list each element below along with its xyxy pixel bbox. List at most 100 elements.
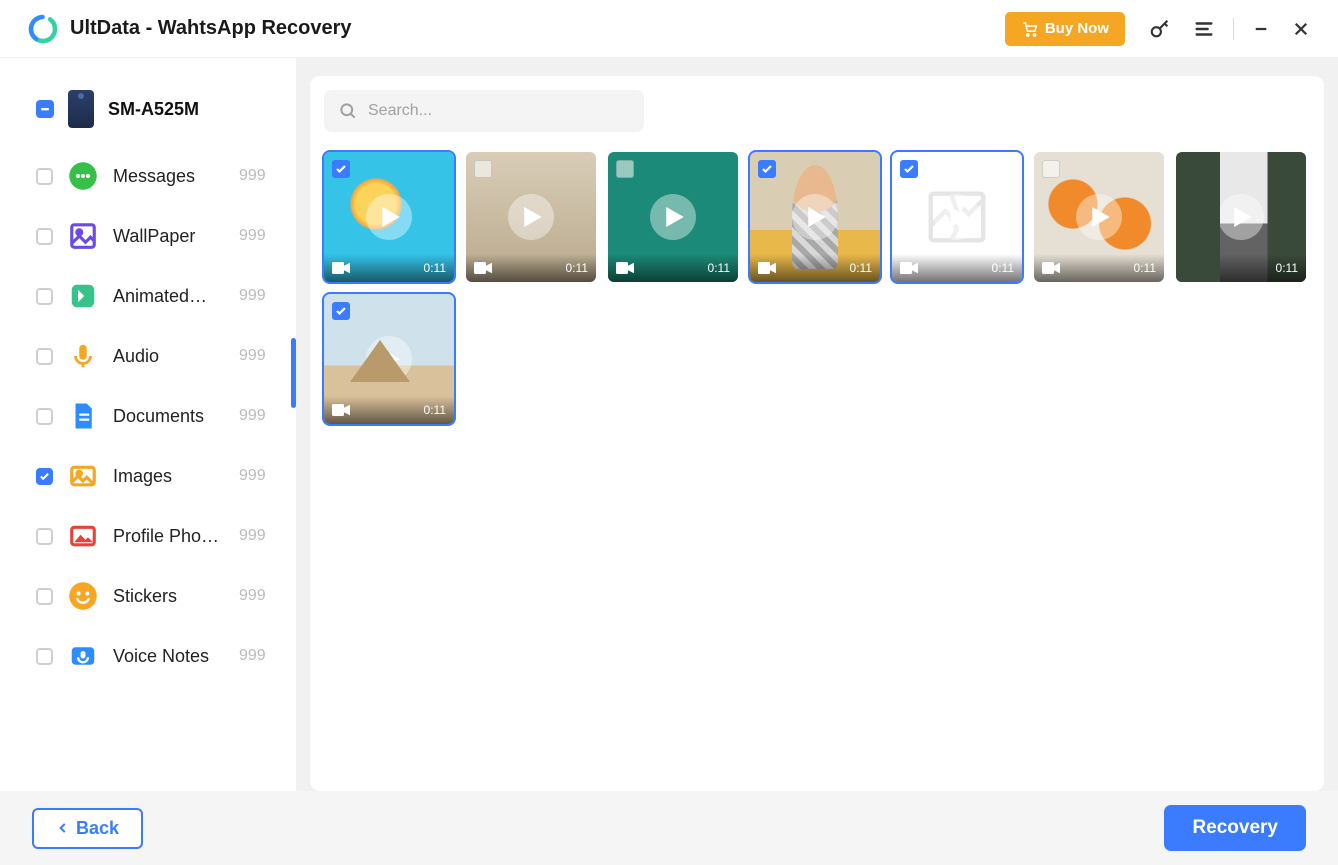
minimize-icon[interactable] (1252, 20, 1270, 38)
chevron-left-icon (56, 821, 70, 835)
documents-icon (67, 400, 99, 432)
thumbnail-overlay: 0:11 (750, 254, 880, 282)
video-icon (332, 262, 350, 274)
audio-icon (67, 340, 99, 372)
category-label: Animated… (113, 286, 225, 307)
search-icon (338, 101, 358, 121)
video-thumbnail[interactable]: 0:11 (466, 152, 596, 282)
category-count: 999 (239, 287, 266, 305)
thumbnail-checkbox[interactable] (1042, 160, 1060, 178)
thumbnail-overlay: 0:11 (466, 254, 596, 282)
device-checkbox-indeterminate[interactable] (36, 100, 54, 118)
video-thumbnail[interactable]: 0:11 (1176, 152, 1306, 282)
category-label: Images (113, 466, 225, 487)
category-label: Audio (113, 346, 225, 367)
main-area: 0:11 0:11 0:11 0:11 0:11 (296, 58, 1338, 791)
sidebar-item-images[interactable]: Images 999 (0, 446, 296, 506)
video-thumbnail[interactable]: 0:11 (750, 152, 880, 282)
category-label: Profile Pho… (113, 526, 225, 547)
stickers-icon (67, 580, 99, 612)
video-duration: 0:11 (850, 261, 872, 275)
device-row[interactable]: SM-A525M (0, 84, 296, 146)
category-checkbox[interactable] (36, 468, 53, 485)
sidebar-item-voice[interactable]: Voice Notes 999 (0, 626, 296, 686)
category-count: 999 (239, 647, 266, 665)
thumbnail-checkbox[interactable] (616, 160, 634, 178)
play-icon[interactable] (508, 194, 554, 240)
category-checkbox[interactable] (36, 648, 53, 665)
sidebar-item-profile[interactable]: Profile Pho… 999 (0, 506, 296, 566)
category-count: 999 (239, 407, 266, 425)
video-thumbnail[interactable]: 0:11 (324, 294, 454, 424)
wallpaper-icon (67, 220, 99, 252)
thumbnail-checkbox[interactable] (332, 302, 350, 320)
video-thumbnail[interactable]: 0:11 (892, 152, 1022, 282)
video-thumbnail[interactable]: 0:11 (324, 152, 454, 282)
category-label: WallPaper (113, 226, 225, 247)
sidebar-item-audio[interactable]: Audio 999 (0, 326, 296, 386)
menu-icon[interactable] (1193, 18, 1215, 40)
key-icon[interactable] (1149, 18, 1171, 40)
category-checkbox[interactable] (36, 228, 53, 245)
category-label: Stickers (113, 586, 225, 607)
video-duration: 0:11 (992, 261, 1014, 275)
video-duration: 0:11 (708, 261, 730, 275)
video-duration: 0:11 (1276, 261, 1298, 275)
thumbnail-checkbox[interactable] (474, 160, 492, 178)
play-icon[interactable] (1218, 194, 1264, 240)
app-title: UltData - WahtsApp Recovery (70, 17, 1005, 40)
search-box[interactable] (324, 90, 644, 132)
category-label: Messages (113, 166, 225, 187)
category-checkbox[interactable] (36, 528, 53, 545)
sidebar-item-documents[interactable]: Documents 999 (0, 386, 296, 446)
scroll-indicator[interactable] (291, 338, 296, 408)
sidebar-item-stickers[interactable]: Stickers 999 (0, 566, 296, 626)
thumbnail-checkbox[interactable] (900, 160, 918, 178)
category-checkbox[interactable] (36, 588, 53, 605)
buy-now-button[interactable]: Buy Now (1005, 12, 1125, 46)
images-icon (67, 460, 99, 492)
thumbnail-checkbox[interactable] (758, 160, 776, 178)
sidebar-item-wallpaper[interactable]: WallPaper 999 (0, 206, 296, 266)
play-icon[interactable] (934, 194, 980, 240)
video-duration: 0:11 (424, 403, 446, 417)
thumbnail-checkbox[interactable] (1184, 160, 1202, 178)
category-label: Documents (113, 406, 225, 427)
back-button[interactable]: Back (32, 808, 143, 849)
play-icon[interactable] (366, 336, 412, 382)
messages-icon (67, 160, 99, 192)
play-icon[interactable] (366, 194, 412, 240)
category-checkbox[interactable] (36, 288, 53, 305)
play-icon[interactable] (650, 194, 696, 240)
video-duration: 0:11 (566, 261, 588, 275)
category-checkbox[interactable] (36, 408, 53, 425)
category-count: 999 (239, 587, 266, 605)
titlebar: UltData - WahtsApp Recovery Buy Now (0, 0, 1338, 58)
content-panel: 0:11 0:11 0:11 0:11 0:11 (310, 76, 1324, 791)
search-input[interactable] (368, 102, 630, 120)
category-checkbox[interactable] (36, 348, 53, 365)
video-thumbnail[interactable]: 0:11 (608, 152, 738, 282)
video-thumbnail[interactable]: 0:11 (1034, 152, 1164, 282)
video-icon (332, 404, 350, 416)
thumbnail-overlay: 0:11 (608, 254, 738, 282)
close-icon[interactable] (1292, 20, 1310, 38)
video-icon (900, 262, 918, 274)
play-icon[interactable] (792, 194, 838, 240)
thumbnail-overlay: 0:11 (892, 254, 1022, 282)
separator (1233, 18, 1234, 40)
play-icon[interactable] (1076, 194, 1122, 240)
thumbnail-checkbox[interactable] (332, 160, 350, 178)
footer: Back Recovery (0, 791, 1338, 865)
thumbnail-overlay: 0:11 (1034, 254, 1164, 282)
category-checkbox[interactable] (36, 168, 53, 185)
sidebar-item-messages[interactable]: Messages 999 (0, 146, 296, 206)
device-name: SM-A525M (108, 99, 199, 120)
app-logo-icon (28, 14, 58, 44)
sidebar-item-animated[interactable]: Animated… 999 (0, 266, 296, 326)
recovery-button[interactable]: Recovery (1164, 805, 1306, 851)
category-count: 999 (239, 167, 266, 185)
category-count: 999 (239, 227, 266, 245)
video-icon (758, 262, 776, 274)
profile-icon (67, 520, 99, 552)
